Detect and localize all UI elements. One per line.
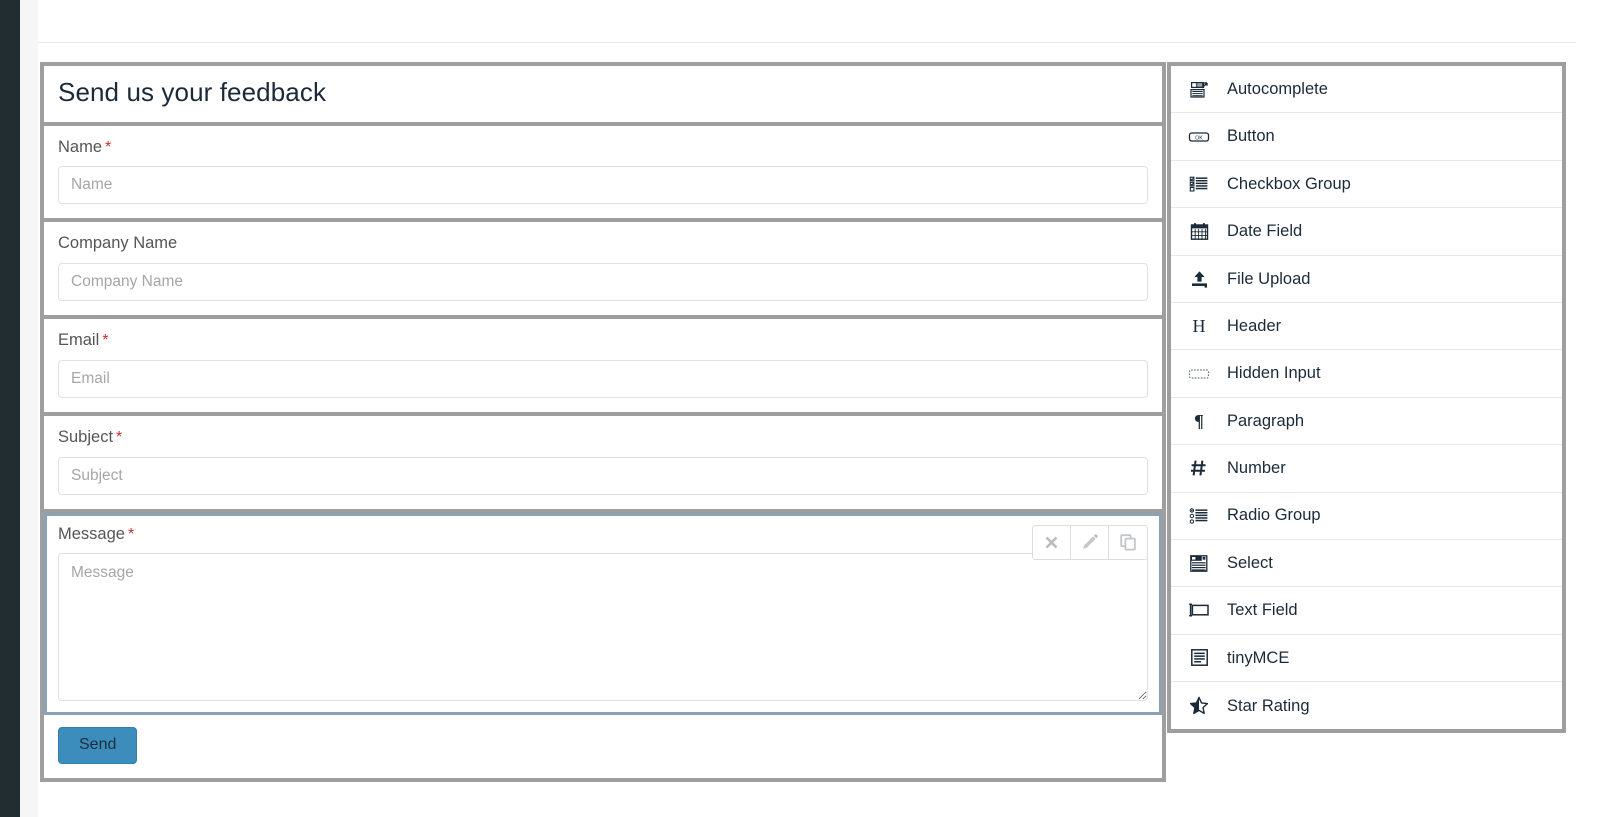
autocomplete-icon	[1187, 78, 1211, 100]
hidden-input-icon	[1187, 363, 1211, 385]
palette-item-label: Autocomplete	[1227, 79, 1328, 98]
palette-item-button[interactable]: OK Button	[1171, 113, 1562, 161]
palette-item-select[interactable]: Select	[1171, 539, 1562, 588]
palette-item-file-upload[interactable]: File Upload	[1171, 255, 1562, 303]
company-name-input[interactable]	[58, 263, 1148, 302]
palette-item-label: Header	[1227, 316, 1282, 335]
edit-field-button[interactable]	[1071, 525, 1109, 559]
palette-item-label: Star Rating	[1227, 696, 1310, 715]
upload-icon	[1187, 268, 1211, 290]
form-preview-panel: Send us your feedback Name* Company Name	[40, 62, 1166, 783]
form-builder-page: Send us your feedback Name* Company Name	[0, 0, 1619, 817]
remove-field-button[interactable]	[1033, 525, 1071, 559]
palette-item-number[interactable]: Number	[1171, 445, 1562, 493]
palette-item-radio-group[interactable]: Radio Group	[1171, 492, 1562, 540]
palette-item-label: Number	[1227, 459, 1286, 478]
copy-field-button[interactable]	[1109, 525, 1147, 559]
form-builder: Send us your feedback Name* Company Name	[40, 62, 1566, 783]
field-toolbar	[1032, 524, 1148, 560]
header-divider	[38, 42, 1576, 43]
palette-item-label: Text Field	[1227, 601, 1298, 620]
palette-item-header[interactable]: H Header	[1171, 302, 1562, 351]
required-marker: *	[116, 428, 123, 446]
field-label-subject: Subject *	[58, 428, 1148, 448]
name-input[interactable]	[58, 166, 1148, 205]
calendar-icon	[1187, 220, 1211, 242]
heading-h-icon: H	[1187, 315, 1211, 337]
field-label-text: Message	[58, 524, 125, 543]
field-label-email: Email *	[58, 331, 1148, 351]
palette-item-paragraph[interactable]: ¶ Paragraph	[1171, 397, 1562, 446]
field-label-text: Subject	[58, 427, 114, 446]
message-textarea[interactable]	[58, 553, 1148, 702]
form-actions: Send	[44, 715, 1162, 779]
field-block-email[interactable]: Email *	[44, 319, 1162, 416]
field-label-company-name: Company Name	[58, 234, 1148, 254]
field-block-subject[interactable]: Subject *	[44, 415, 1162, 513]
form-header: Send us your feedback	[44, 66, 1162, 126]
svg-text:OK: OK	[1195, 135, 1203, 141]
field-label-text: Name	[58, 137, 103, 156]
palette-item-label: Date Field	[1227, 222, 1303, 241]
field-label-name: Name *	[58, 138, 1148, 158]
select-dropdown-icon	[1187, 552, 1211, 574]
field-block-company-name[interactable]: Company Name	[44, 222, 1162, 320]
subject-input[interactable]	[58, 456, 1148, 495]
component-palette: Autocomplete OK Button Checkbox Group Da…	[1167, 62, 1566, 734]
field-label-message: Message *	[58, 525, 1148, 545]
palette-item-label: Button	[1227, 127, 1275, 146]
palette-item-date-field[interactable]: Date Field	[1171, 208, 1562, 256]
svg-text:H: H	[1193, 316, 1206, 336]
field-label-text: Email	[58, 331, 100, 350]
required-marker: *	[127, 525, 135, 543]
palette-item-tinymce[interactable]: tinyMCE	[1171, 634, 1562, 683]
palette-item-label: tinyMCE	[1227, 648, 1290, 667]
field-block-name[interactable]: Name *	[44, 125, 1162, 223]
palette-item-label: File Upload	[1227, 269, 1311, 288]
text-field-icon	[1187, 599, 1211, 621]
page-title: Send us your feedback	[58, 77, 327, 107]
palette-item-star-rating[interactable]: Star Rating	[1171, 682, 1562, 730]
required-marker: *	[105, 138, 112, 156]
copy-icon	[1119, 533, 1137, 551]
palette-item-text-field[interactable]: Text Field	[1171, 587, 1562, 635]
sidebar-gutter	[20, 0, 38, 817]
checkbox-list-icon	[1187, 173, 1211, 195]
palette-item-label: Radio Group	[1227, 506, 1321, 525]
rich-text-icon	[1187, 647, 1211, 669]
svg-text:¶: ¶	[1194, 411, 1204, 431]
required-marker: *	[102, 332, 109, 350]
half-star-icon	[1187, 695, 1211, 717]
close-icon	[1043, 534, 1060, 551]
field-block-message[interactable]: Message *	[44, 512, 1162, 716]
hash-icon	[1187, 457, 1211, 479]
palette-item-hidden-input[interactable]: Hidden Input	[1171, 350, 1562, 398]
field-label-text: Company Name	[58, 234, 178, 253]
sidebar-strip	[0, 0, 20, 817]
palette-item-checkbox-group[interactable]: Checkbox Group	[1171, 160, 1562, 209]
palette-item-label: Hidden Input	[1227, 364, 1321, 383]
pencil-icon	[1081, 533, 1099, 551]
radio-list-icon	[1187, 505, 1211, 527]
pilcrow-icon: ¶	[1187, 410, 1211, 432]
palette-item-label: Select	[1227, 553, 1273, 572]
palette-item-autocomplete[interactable]: Autocomplete	[1171, 66, 1562, 114]
palette-item-label: Checkbox Group	[1227, 174, 1351, 193]
palette-item-label: Paragraph	[1227, 411, 1305, 430]
email-input[interactable]	[58, 359, 1148, 398]
send-button[interactable]: Send	[58, 727, 138, 765]
button-icon: OK	[1187, 126, 1211, 148]
component-palette-list: Autocomplete OK Button Checkbox Group Da…	[1171, 66, 1562, 730]
main-content: Send us your feedback Name* Company Name	[38, 0, 1619, 817]
